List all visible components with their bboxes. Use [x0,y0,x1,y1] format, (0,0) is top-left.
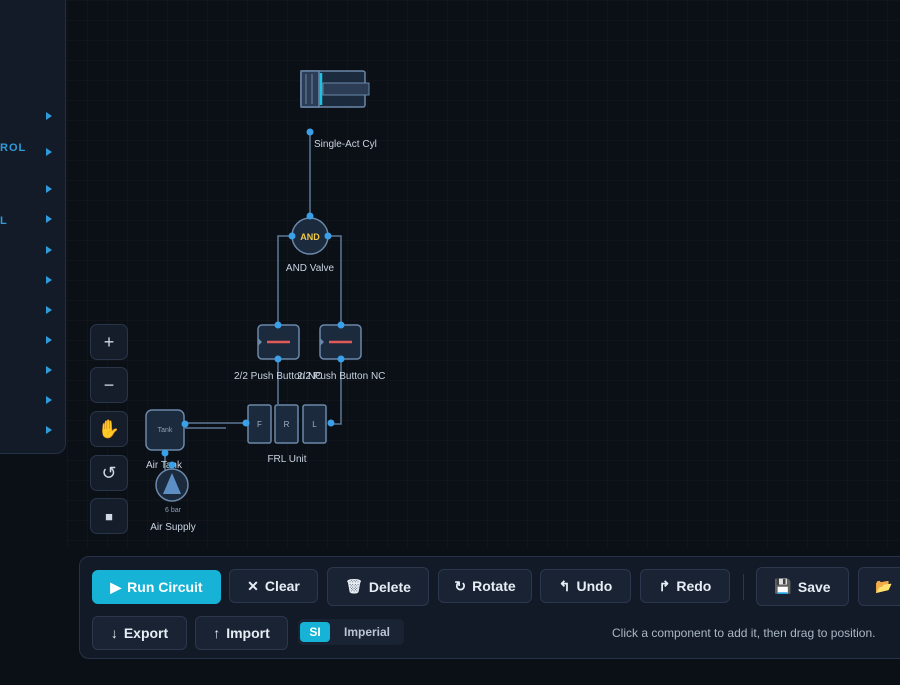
export-label: Export [123,625,169,641]
frl-regulator-text: R [284,420,290,429]
and-valve[interactable]: AND AND Valve [286,212,335,275]
toolbar-divider [743,574,744,600]
run-circuit-button[interactable]: ▶ Run Circuit [92,570,221,604]
tank-symbol-text: Tank [158,427,173,434]
and-symbol-text: AND [300,232,320,242]
and-valve-label: AND Valve [286,263,335,274]
undo-button[interactable]: ↰ Undo [540,569,631,603]
frl-unit[interactable]: F R L FRL Unit [242,404,335,465]
redo-button[interactable]: ↱ Redo [640,569,730,603]
undo-label: Undo [576,578,613,594]
status-hint: Click a component to add it, then drag t… [612,626,876,640]
save-label: Save [797,578,831,595]
floppy-disk-icon: 💾 [774,578,792,594]
clear-button[interactable]: ✕ Clear [229,569,318,603]
run-circuit-label: Run Circuit [127,579,203,595]
rotate-icon: ↻ [454,577,467,594]
single-acting-cylinder[interactable]: Single-Act Cyl [300,70,377,150]
import-label: Import [226,625,270,641]
delete-button[interactable]: 🗑 Delete [327,567,429,606]
frl-label: FRL Unit [267,454,306,465]
trash-icon: 🗑 [345,578,363,594]
arrow-up-icon: ↑ [213,625,221,641]
unit-toggle: SI Imperial [298,619,404,645]
play-icon: ▶ [110,578,122,595]
export-button[interactable]: ↓ Export [92,616,187,650]
redo-label: Redo [676,578,712,594]
arrow-down-icon: ↓ [110,625,118,641]
frl-filter-text: F [257,420,262,429]
folder-icon: 📂 [875,578,893,594]
circuit-diagram: Single-Act Cyl AND AND Valve 2/2 Push Bu… [145,70,385,534]
open-button[interactable]: 📂 [858,567,900,606]
air-tank[interactable]: Tank Air Tank [145,409,189,471]
rotate-button[interactable]: ↻ Rotate [438,569,532,603]
air-supply-label: Air Supply [150,522,196,533]
rotate-label: Rotate [472,578,516,594]
delete-label: Delete [368,578,411,595]
supply-pressure-text: 6 bar [165,507,182,514]
undo-icon: ↰ [558,577,571,594]
import-button[interactable]: ↑ Import [195,616,288,650]
clear-label: Clear [264,578,300,594]
cylinder-label: Single-Act Cyl [314,139,377,150]
redo-icon: ↱ [658,577,671,594]
unit-imperial-option[interactable]: Imperial [330,625,404,639]
unit-si-option[interactable]: SI [300,622,330,642]
push-button-nc-right[interactable]: 2/2 Push Button NC [297,321,385,383]
save-button[interactable]: 💾 Save [756,567,849,606]
x-icon: ✕ [247,577,259,594]
air-supply[interactable]: 6 bar Air Supply [150,461,196,534]
frl-lubricator-text: L [312,420,317,429]
push-button-label: 2/2 Push Button NC [297,371,385,382]
